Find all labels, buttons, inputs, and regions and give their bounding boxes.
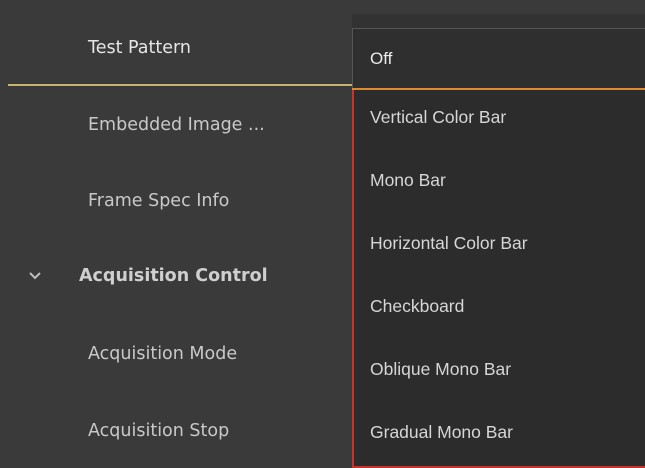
tree-row-acquisition-stop[interactable]: Acquisition Stop [0, 398, 352, 464]
dropdown-option-oblique-mono-bar[interactable]: Oblique Mono Bar [370, 359, 511, 380]
tree-row-label: Embedded Image ... [88, 115, 265, 135]
tree-row-label: Acquisition Stop [88, 421, 230, 441]
combo-top-edge [352, 14, 645, 28]
test-pattern-dropdown-list: Vertical Color Bar Mono Bar Horizontal C… [352, 90, 645, 468]
dropdown-option-checkboard[interactable]: Checkboard [370, 296, 464, 317]
property-panel: Test Pattern Embedded Image ... Frame Sp… [0, 0, 645, 468]
tree-row-label: Test Pattern [88, 38, 191, 58]
dropdown-option-vertical-color-bar[interactable]: Vertical Color Bar [370, 107, 506, 128]
test-pattern-combobox[interactable]: Off [352, 28, 645, 88]
tree-row-embedded-image[interactable]: Embedded Image ... [0, 92, 352, 158]
selection-underline [8, 84, 360, 86]
tree-row-test-pattern[interactable]: Test Pattern [0, 15, 352, 81]
chevron-down-icon[interactable] [26, 267, 44, 285]
tree-category-acquisition-control[interactable]: Acquisition Control [0, 243, 352, 309]
tree-row-frame-spec-info[interactable]: Frame Spec Info [0, 168, 352, 234]
tree-row-label: Acquisition Mode [88, 344, 238, 364]
dropdown-option-horizontal-color-bar[interactable]: Horizontal Color Bar [370, 233, 528, 254]
tree-category-label: Acquisition Control [79, 266, 268, 286]
dropdown-option-mono-bar[interactable]: Mono Bar [370, 170, 446, 191]
tree-row-acquisition-mode[interactable]: Acquisition Mode [0, 321, 352, 387]
tree-row-label: Frame Spec Info [88, 191, 230, 211]
combobox-value: Off [370, 49, 393, 68]
dropdown-option-gradual-mono-bar[interactable]: Gradual Mono Bar [370, 422, 513, 443]
